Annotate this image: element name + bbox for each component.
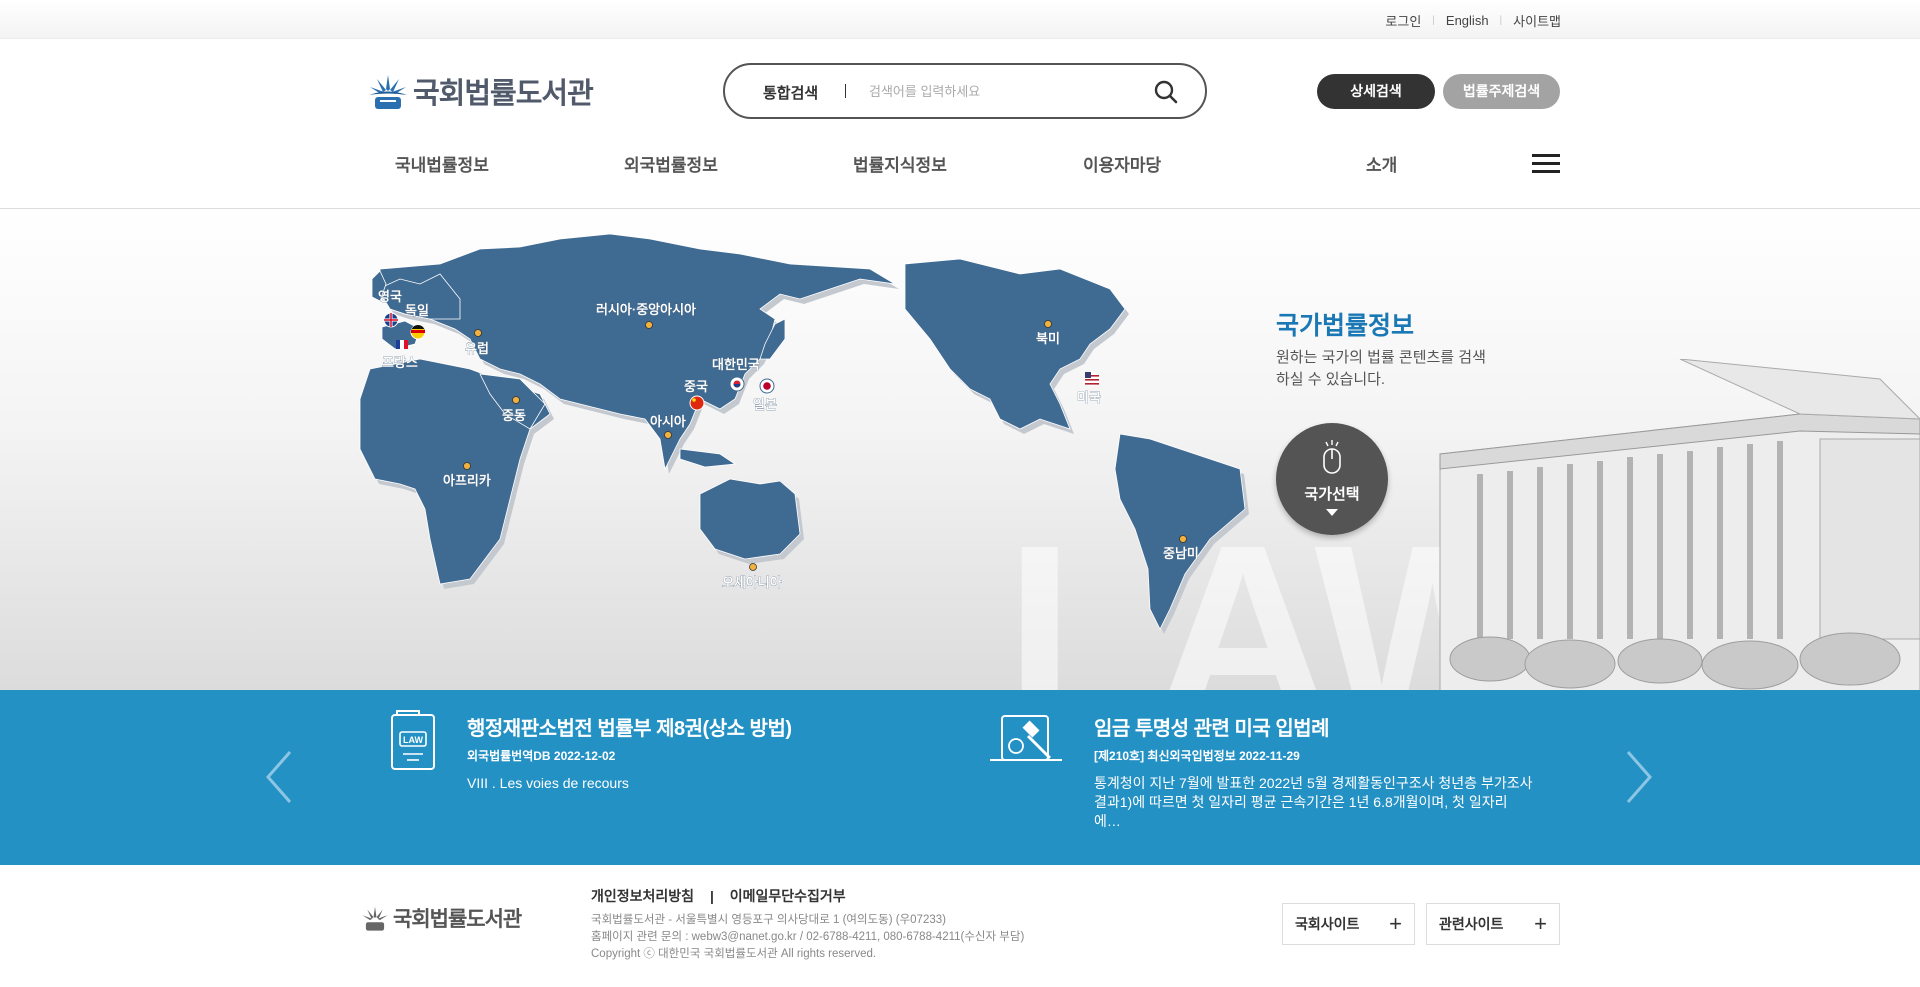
country-select-button[interactable]: 국가선택 [1276, 423, 1388, 535]
site-logo[interactable]: 국회법률도서관 [367, 70, 594, 112]
news-summary: 통계청이 지난 7월에 발표한 2022년 5월 경제활동인구조사 청년층 부가… [1094, 775, 1533, 829]
france-flag-icon [396, 340, 408, 349]
nav-item-domestic-law[interactable]: 국내법률정보 [395, 151, 489, 176]
divider: | [1499, 15, 1503, 26]
news-item[interactable]: 행정재판소법전 법률부 제8권(상소 방법) 외국법률번역DB 2022-12-… [467, 712, 907, 793]
region-label-africa[interactable]: 아프리카 [443, 473, 491, 488]
library-emblem-icon [369, 75, 407, 109]
search-icon[interactable] [1153, 79, 1179, 105]
footer-address: 국회법률도서관 - 서울특별시 영등포구 의사당대로 1 (여의도동) (우07… [591, 914, 946, 926]
region-label-france[interactable]: 프랑스 [382, 355, 418, 370]
news-title[interactable]: 행정재판소법전 법률부 제8권(상소 방법) [467, 712, 907, 741]
utility-nav: 로그인 | English | 사이트맵 [1385, 11, 1561, 30]
usa-flag-icon [1084, 371, 1100, 387]
footer-info: 국회법률도서관 - 서울특별시 영등포구 의사당대로 1 (여의도동) (우07… [591, 912, 1024, 963]
news-summary: VIII . Les voies de recours [467, 775, 629, 791]
library-emblem-icon [362, 906, 388, 931]
nav-item-foreign-law[interactable]: 외국법률정보 [624, 151, 718, 176]
region-label-middle-east[interactable]: 중동 [502, 408, 526, 423]
germany-flag-icon [410, 324, 426, 340]
plus-icon: + [1534, 911, 1547, 936]
chevron-right-icon[interactable] [1622, 748, 1656, 806]
email-refusal-link[interactable]: 이메일무단수집거부 [730, 888, 846, 904]
china-flag-icon [689, 395, 705, 411]
news-item[interactable]: 임금 투명성 관련 미국 입법례 [제210호] 최신외국입법정보 2022-1… [1094, 712, 1534, 831]
news-title[interactable]: 임금 투명성 관련 미국 입법례 [1094, 712, 1534, 741]
europe-marker [474, 329, 482, 337]
australia-shape [699, 478, 801, 560]
section-description: 원하는 국가의 법률 콘텐츠를 검색하실 수 있습니다. [1276, 349, 1486, 388]
africa-marker [463, 462, 471, 470]
news-meta: [제210호] 최신외국입법정보 2022-11-29 [1094, 749, 1300, 763]
section-title: 국가법률정보 [1276, 312, 1415, 340]
law-book-icon: LAW [391, 710, 435, 770]
footer-links: 개인정보처리방침 | 이메일무단수집거부 [591, 886, 846, 906]
region-label-germany[interactable]: 독일 [405, 303, 429, 318]
assembly-sites-select[interactable]: 국회사이트 + [1282, 903, 1415, 945]
english-link[interactable]: English [1446, 13, 1489, 28]
detail-search-button[interactable]: 상세검색 [1317, 74, 1435, 109]
topic-search-button[interactable]: 법률주제검색 [1443, 74, 1560, 109]
footer-contact: 홈페이지 관련 문의 : webw3@nanet.go.kr / 02-6788… [591, 931, 1025, 943]
footer-logo-text: 국회법률도서관 [393, 908, 522, 931]
hero-section: LAW 영국 독일 프랑스 유럽 러시아·중앙아시아 대한민국 중국 일본 중동… [0, 209, 1920, 690]
mouse-icon [1323, 440, 1341, 474]
divider [845, 84, 846, 98]
russia-marker [645, 321, 653, 329]
oceania-marker [749, 563, 757, 571]
divider: | [709, 888, 714, 904]
japan-flag-icon [759, 378, 775, 394]
logo-text: 국회법률도서관 [413, 78, 594, 110]
region-label-japan[interactable]: 일본 [753, 397, 777, 412]
nav-item-about[interactable]: 소개 [1366, 151, 1397, 176]
menu-icon[interactable] [1532, 154, 1560, 174]
footer-copyright: Copyright ⓒ 대한민국 국회법률도서관 All rights rese… [591, 948, 877, 960]
region-label-asia[interactable]: 아시아 [650, 414, 686, 429]
middle-east-marker [512, 396, 520, 404]
region-label-europe[interactable]: 유럽 [465, 341, 489, 356]
chevron-left-icon[interactable] [262, 748, 296, 806]
region-label-oceania[interactable]: 오세아니아 [722, 575, 782, 590]
country-select-label: 국가선택 [1304, 486, 1360, 503]
related-sites-label: 관련사이트 [1439, 916, 1504, 932]
sitemap-link[interactable]: 사이트맵 [1513, 11, 1561, 30]
search-scope[interactable]: 통합검색 [763, 82, 818, 103]
divider: | [1432, 15, 1435, 26]
footer-logo: 국회법률도서관 [360, 903, 522, 933]
region-label-latin-america[interactable]: 중남미 [1163, 546, 1199, 561]
assembly-building-illustration [1439, 359, 1920, 690]
region-label-uk[interactable]: 영국 [378, 289, 402, 304]
assembly-sites-label: 국회사이트 [1295, 916, 1360, 932]
region-label-russia[interactable]: 러시아·중앙아시아 [596, 302, 696, 317]
plus-icon: + [1389, 911, 1402, 936]
sea-islands-shape [679, 448, 737, 468]
privacy-policy-link[interactable]: 개인정보처리방침 [591, 888, 694, 904]
utility-bar: 로그인 | English | 사이트맵 [0, 0, 1920, 39]
svg-text:LAW: LAW [403, 735, 424, 745]
world-map: 영국 독일 프랑스 유럽 러시아·중앙아시아 대한민국 중국 일본 중동 아시아… [359, 233, 1249, 634]
nav-item-legal-knowledge[interactable]: 법률지식정보 [853, 151, 947, 176]
asia-marker [664, 431, 672, 439]
korea-flag-icon [729, 376, 745, 392]
footer: 국회법률도서관 개인정보처리방침 | 이메일무단수집거부 국회법률도서관 - 서… [0, 865, 1920, 987]
certificate-gavel-icon [990, 715, 1062, 761]
north-america-marker [1044, 320, 1052, 328]
region-label-china[interactable]: 중국 [684, 379, 708, 394]
login-link[interactable]: 로그인 [1385, 11, 1421, 30]
related-sites-select[interactable]: 관련사이트 + [1426, 903, 1560, 945]
search-input[interactable] [869, 77, 1129, 105]
region-label-korea[interactable]: 대한민국 [712, 357, 760, 372]
caret-down-icon [1326, 509, 1338, 516]
south-america-marker [1179, 535, 1187, 543]
region-label-north-america[interactable]: 북미 [1036, 331, 1060, 346]
region-label-usa[interactable]: 미국 [1077, 390, 1101, 405]
news-carousel: LAW 행정재판소법전 법률부 제8권(상소 방법) 외국법률번역DB 2022… [0, 690, 1920, 865]
uk-flag-icon [383, 312, 399, 328]
search-box: 통합검색 [723, 63, 1207, 119]
news-meta: 외국법률번역DB 2022-12-02 [467, 749, 616, 763]
nav-item-user-plaza[interactable]: 이용자마당 [1083, 151, 1161, 176]
